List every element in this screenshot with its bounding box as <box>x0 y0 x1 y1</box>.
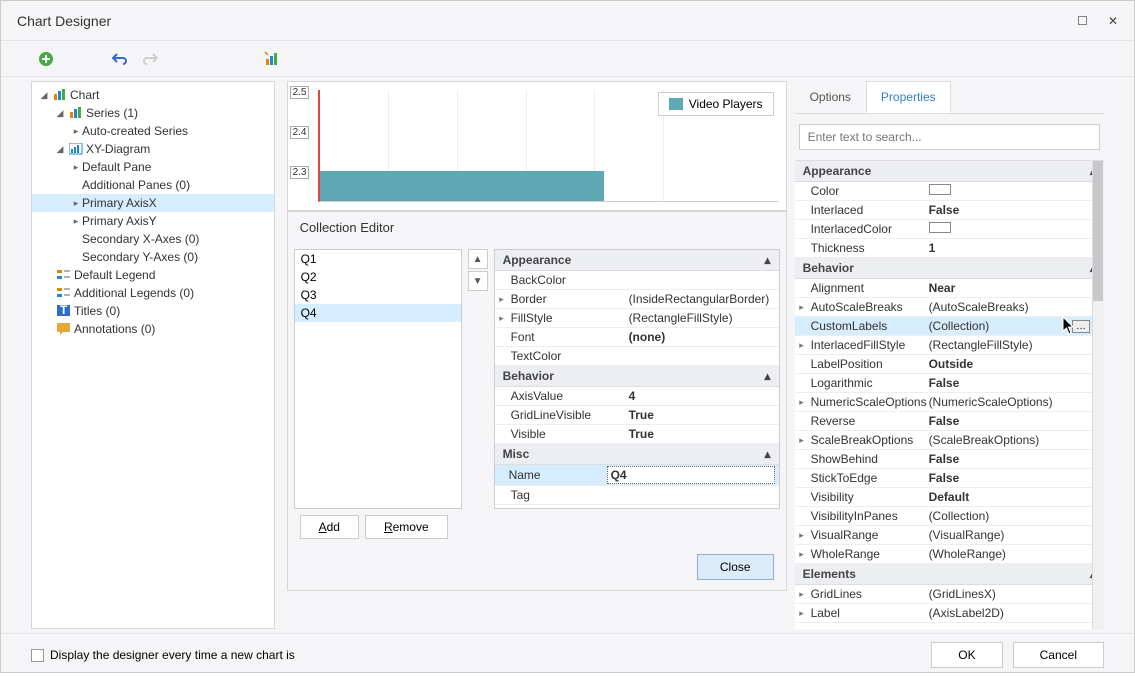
chart-icon <box>52 88 68 102</box>
tree-deflegend[interactable]: Default Legend <box>32 266 274 284</box>
ytick: 2.3 <box>290 166 310 179</box>
series-icon <box>68 106 84 120</box>
bar-segment <box>320 171 604 201</box>
tree-addlpanes[interactable]: Additional Panes (0) <box>32 176 274 194</box>
list-item[interactable]: Q4 <box>295 304 461 322</box>
toolbar <box>1 41 1134 77</box>
footer-checkbox-label: Display the designer every time a new ch… <box>50 648 295 662</box>
tree-panel: ◢Chart ◢Series (1) ▸Auto-created Series … <box>31 81 275 629</box>
collection-editor: Collection Editor Q1 Q2 Q3 Q4 Add Remove <box>287 211 787 591</box>
tree-secy[interactable]: Secondary Y-Axes (0) <box>32 248 274 266</box>
redo-icon[interactable] <box>141 50 159 68</box>
name-input[interactable] <box>607 466 775 484</box>
undo-icon[interactable] <box>111 50 129 68</box>
tree-defaultpane[interactable]: ▸Default Pane <box>32 158 274 176</box>
ok-button[interactable]: OK <box>931 642 1002 668</box>
tree-series[interactable]: ◢Series (1) <box>32 104 274 122</box>
footer: Display the designer every time a new ch… <box>1 633 1134 676</box>
tree-titles[interactable]: TTitles (0) <box>32 302 274 320</box>
legend-label: Video Players <box>689 97 763 111</box>
annotation-icon <box>56 322 72 336</box>
tree-chart[interactable]: ◢Chart <box>32 86 274 104</box>
pg-category[interactable]: Behavior▴ <box>495 366 779 387</box>
tree-primaryy[interactable]: ▸Primary AxisY <box>32 212 274 230</box>
list-item[interactable]: Q2 <box>295 268 461 286</box>
legend-icon <box>56 268 72 282</box>
collection-editor-title: Collection Editor <box>288 212 786 243</box>
scrollbar[interactable] <box>1092 161 1104 629</box>
property-grid[interactable]: Appearance▴ Color InterlacedFalse Interl… <box>795 160 1104 629</box>
close-button[interactable]: Close <box>697 554 774 580</box>
tab-properties[interactable]: Properties <box>866 81 951 113</box>
legend-swatch <box>669 98 683 110</box>
pg-category[interactable]: Elements▴ <box>795 564 1104 585</box>
move-up-button[interactable]: ▲ <box>468 249 488 269</box>
ellipsis-button[interactable]: … <box>1072 320 1090 333</box>
chart-preview: 2.5 2.4 2.3 Video Players <box>287 81 787 211</box>
move-down-button[interactable]: ▼ <box>468 271 488 291</box>
pg-category[interactable]: Appearance▴ <box>495 250 779 271</box>
tree-secx[interactable]: Secondary X-Axes (0) <box>32 230 274 248</box>
ytick: 2.4 <box>290 126 310 139</box>
add-button[interactable]: Add <box>300 515 359 539</box>
pg-category[interactable]: Appearance▴ <box>795 161 1104 182</box>
window-title: Chart Designer <box>17 13 111 29</box>
remove-button[interactable]: Remove <box>365 515 448 539</box>
tree-annotations[interactable]: Annotations (0) <box>32 320 274 338</box>
properties-panel: Options Properties Appearance▴ Color Int… <box>795 81 1104 629</box>
ytick: 2.5 <box>290 86 310 99</box>
tree-xydiagram[interactable]: ◢XY-Diagram <box>32 140 274 158</box>
cancel-button[interactable]: Cancel <box>1013 642 1104 668</box>
color-swatch[interactable] <box>929 222 951 233</box>
close-button[interactable]: ✕ <box>1108 14 1118 28</box>
collection-list[interactable]: Q1 Q2 Q3 Q4 <box>294 249 462 509</box>
tree-addllegends[interactable]: Additional Legends (0) <box>32 284 274 302</box>
tree-primaryx[interactable]: ▸Primary AxisX <box>32 194 274 212</box>
item-property-grid[interactable]: Appearance▴ BackColor ▸Border(InsideRect… <box>494 249 780 509</box>
list-item[interactable]: Q3 <box>295 286 461 304</box>
list-item[interactable]: Q1 <box>295 250 461 268</box>
tree-autocreated[interactable]: ▸Auto-created Series <box>32 122 274 140</box>
tab-options[interactable]: Options <box>795 81 866 113</box>
color-swatch[interactable] <box>929 184 951 195</box>
pg-category[interactable]: Misc▴ <box>495 444 779 465</box>
legend: Video Players <box>658 92 774 116</box>
legend-icon <box>56 286 72 300</box>
diagram-icon <box>68 142 84 156</box>
show-designer-checkbox[interactable] <box>31 649 44 662</box>
search-input[interactable] <box>799 124 1100 150</box>
svg-text:T: T <box>60 305 68 317</box>
title-icon: T <box>56 304 72 318</box>
maximize-button[interactable]: ☐ <box>1077 14 1088 28</box>
wizard-icon[interactable] <box>263 50 281 68</box>
add-icon[interactable] <box>37 50 55 68</box>
titlebar: Chart Designer ☐ ✕ <box>1 1 1134 41</box>
pg-category[interactable]: Behavior▴ <box>795 258 1104 279</box>
